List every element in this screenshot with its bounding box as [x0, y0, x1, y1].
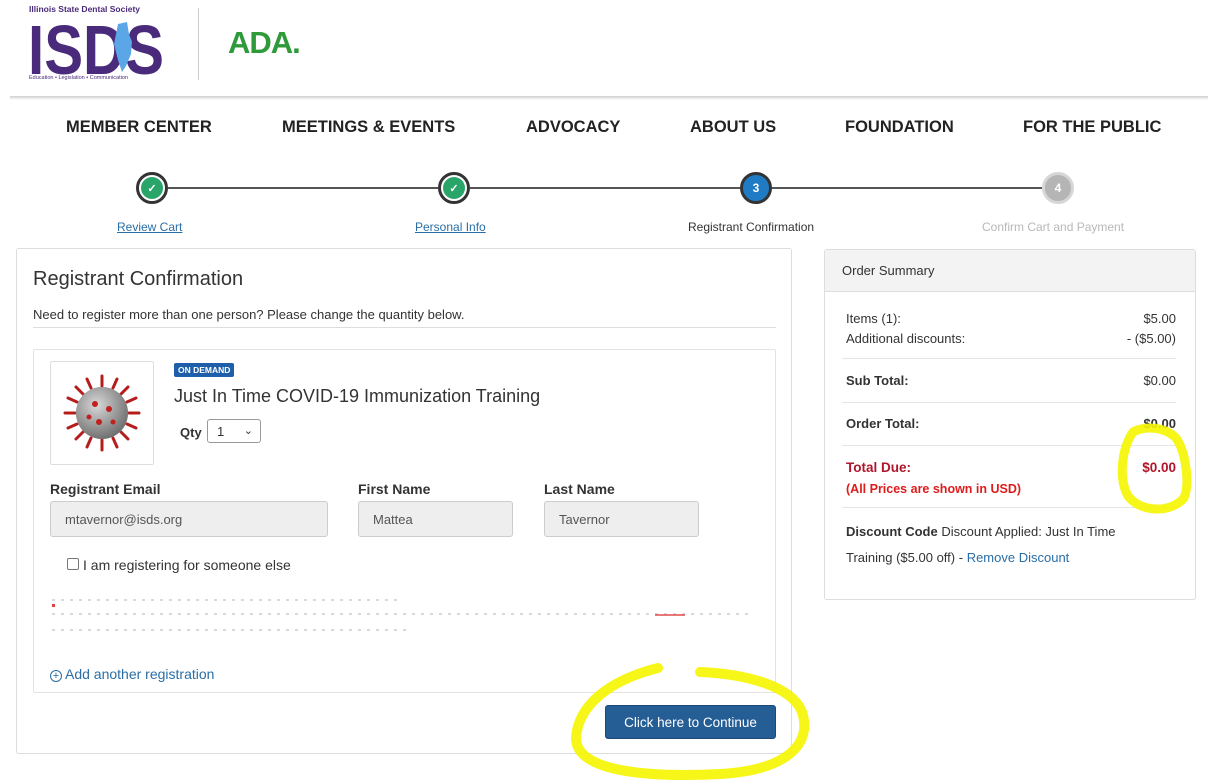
qty-label: Qty	[180, 425, 202, 440]
last-name-field[interactable]: Tavernor	[544, 501, 699, 537]
total-due-value: $0.00	[1142, 460, 1176, 475]
items-value: $5.00	[1143, 311, 1176, 326]
step-label-registrant-confirmation: Registrant Confirmation	[688, 220, 815, 234]
divider	[33, 327, 776, 328]
ada-logo[interactable]: ADA.	[228, 25, 301, 61]
step-connector	[772, 187, 1042, 189]
discount-applied-text: Discount Applied: Just In Time	[941, 524, 1116, 539]
discount-info-line2: Training ($5.00 off) - Remove Discount	[846, 550, 1069, 565]
isds-logo-text: ISDS	[28, 14, 164, 78]
divider	[842, 445, 1176, 446]
first-name-field[interactable]: Mattea	[358, 501, 513, 537]
step-2-personal-info[interactable]: ✓	[438, 172, 470, 204]
on-demand-badge: ON DEMAND	[174, 363, 235, 377]
subtotal-label: Sub Total:	[846, 373, 909, 388]
product-thumbnail	[50, 361, 154, 465]
email-field[interactable]: mtavernor@isds.org	[50, 501, 328, 537]
total-due-label: Total Due:	[846, 460, 911, 475]
discount-code-label: Discount Code	[846, 524, 938, 539]
discount-info: Discount Code Discount Applied: Just In …	[846, 524, 1116, 539]
email-label: Registrant Email	[50, 481, 161, 497]
check-icon: ✓	[443, 177, 465, 199]
step-4-upcoming: 4	[1042, 172, 1074, 204]
step-3-current: 3	[740, 172, 772, 204]
remove-discount-link[interactable]: Remove Discount	[967, 550, 1070, 565]
redacted-text	[52, 613, 752, 615]
someone-else-checkbox[interactable]	[67, 558, 79, 570]
first-name-label: First Name	[358, 481, 431, 497]
page-title: Registrant Confirmation	[33, 268, 244, 290]
nav-about-us[interactable]: ABOUT US	[690, 118, 776, 137]
nav-meetings-events[interactable]: MEETINGS & EVENTS	[282, 118, 455, 137]
isds-org-name: Illinois State Dental Society	[29, 4, 141, 14]
nav-member-center[interactable]: MEMBER CENTER	[66, 118, 212, 137]
redacted-text	[52, 599, 402, 601]
order-summary-title: Order Summary	[842, 263, 935, 278]
check-icon: ✓	[141, 177, 163, 199]
add-registration-link[interactable]: + Add another registration	[50, 666, 214, 682]
virus-icon	[63, 374, 141, 452]
plus-icon: +	[50, 670, 62, 682]
nav-foundation[interactable]: FOUNDATION	[845, 118, 954, 137]
redacted-mark	[655, 614, 685, 616]
step-label-review-cart[interactable]: Review Cart	[117, 220, 182, 234]
redacted-text	[52, 629, 412, 631]
items-label: Items (1):	[846, 311, 901, 326]
step-connector	[168, 187, 438, 189]
step-label-confirm-payment: Confirm Cart and Payment	[982, 220, 1125, 234]
step-connector	[470, 187, 740, 189]
step-label-personal-info[interactable]: Personal Info	[415, 220, 486, 234]
divider	[842, 507, 1176, 508]
order-total-label: Order Total:	[846, 416, 920, 431]
discounts-label: Additional discounts:	[846, 331, 966, 346]
divider	[842, 402, 1176, 403]
step-1-review-cart[interactable]: ✓	[136, 172, 168, 204]
isds-tagline: Education • Legislation • Communication	[29, 75, 128, 81]
add-registration-label: Add another registration	[65, 666, 215, 682]
discount-applied-text-2: Training ($5.00 off) -	[846, 550, 964, 565]
chevron-down-icon: ⌄	[243, 425, 253, 437]
last-name-label: Last Name	[544, 481, 615, 497]
qty-select[interactable]: 1 ⌄	[207, 419, 261, 443]
intro-text: Need to register more than one person? P…	[33, 307, 465, 322]
isds-logo[interactable]: ISDS	[28, 14, 164, 78]
someone-else-label[interactable]: I am registering for someone else	[83, 557, 291, 573]
currency-note: (All Prices are shown in USD)	[846, 482, 1022, 496]
nav-for-the-public[interactable]: FOR THE PUBLIC	[1023, 118, 1161, 137]
logo-divider	[198, 8, 199, 80]
subtotal-value: $0.00	[1143, 373, 1176, 388]
discounts-value: - ($5.00)	[1126, 331, 1176, 346]
continue-button[interactable]: Click here to Continue	[605, 705, 776, 739]
divider	[842, 358, 1176, 359]
product-name: Just In Time COVID-19 Immunization Train…	[174, 386, 541, 406]
order-total-value: $0.00	[1143, 416, 1176, 431]
qty-value: 1	[217, 424, 225, 439]
nav-advocacy[interactable]: ADVOCACY	[526, 118, 620, 137]
redacted-mark	[52, 604, 55, 607]
